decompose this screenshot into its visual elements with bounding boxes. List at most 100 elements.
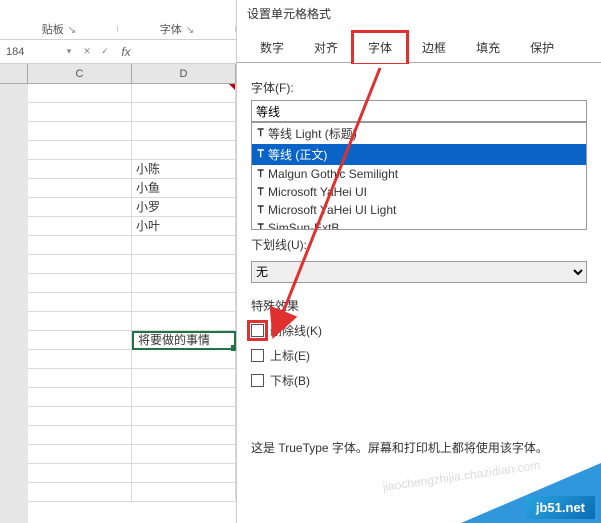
cell[interactable] <box>132 255 236 274</box>
superscript-row[interactable]: 上标(E) <box>251 347 587 364</box>
name-box[interactable]: 184 <box>0 46 60 58</box>
cell[interactable] <box>28 388 132 407</box>
cell[interactable] <box>28 369 132 388</box>
truetype-icon: Ꭲ <box>258 128 264 139</box>
cell[interactable] <box>28 464 132 483</box>
cell[interactable] <box>28 198 132 217</box>
cell[interactable] <box>132 483 236 502</box>
cell[interactable] <box>132 388 236 407</box>
cell[interactable] <box>28 122 132 141</box>
cell[interactable] <box>132 274 236 293</box>
dialog-launcher-icon[interactable]: ↘ <box>68 25 76 36</box>
cell[interactable] <box>28 350 132 369</box>
effects-label: 特殊效果 <box>251 297 587 314</box>
cell[interactable] <box>28 407 132 426</box>
underline-label: 下划线(U): <box>251 236 587 253</box>
cell[interactable] <box>132 84 236 103</box>
font-option[interactable]: ᎢMicrosoft YaHei UI <box>252 183 586 201</box>
subscript-checkbox[interactable] <box>251 374 264 387</box>
tab-protection[interactable]: 保护 <box>515 32 569 62</box>
cell[interactable] <box>132 236 236 255</box>
font-option-label: Microsoft YaHei UI Light <box>268 203 396 217</box>
cell[interactable] <box>28 103 132 122</box>
row-headers[interactable] <box>0 84 28 523</box>
confirm-icon[interactable]: ✓ <box>96 46 114 57</box>
cell[interactable] <box>132 103 236 122</box>
cell[interactable]: 小罗 <box>132 198 236 217</box>
font-listbox[interactable]: Ꭲ等线 Light (标题) Ꭲ 等线 (正文) ᎢMalgun Gothic S… <box>251 122 587 230</box>
cell[interactable] <box>28 312 132 331</box>
truetype-icon: Ꭲ <box>258 205 264 216</box>
cell[interactable] <box>28 445 132 464</box>
cell[interactable] <box>28 293 132 312</box>
cell[interactable] <box>132 122 236 141</box>
cell[interactable] <box>132 350 236 369</box>
dialog-body: 字体(F): Ꭲ等线 Light (标题) Ꭲ 等线 (正文) ᎢMalgun G… <box>237 63 601 466</box>
cell[interactable] <box>28 331 132 350</box>
cell[interactable] <box>132 369 236 388</box>
cell[interactable] <box>28 84 132 103</box>
cell[interactable] <box>28 141 132 160</box>
font-option[interactable]: Ꭲ等线 Light (标题) <box>252 123 586 144</box>
dialog-launcher-icon[interactable]: ↘ <box>186 25 194 36</box>
font-option[interactable]: Ꭲ Microsoft YaHei UI Light <box>252 201 586 219</box>
active-cell-editor[interactable]: 将要做的事情 <box>132 331 236 350</box>
truetype-icon: Ꭲ <box>258 223 264 231</box>
font-option-label: SimSun-ExtB <box>268 221 339 230</box>
superscript-checkbox[interactable] <box>251 349 264 362</box>
strike-row[interactable]: 删除线(K) <box>251 322 587 339</box>
column-d: 小陈 小鱼 小罗 小叶 <box>132 84 236 502</box>
grid-body[interactable]: 小陈 小鱼 小罗 小叶 将要做的事情 <box>0 84 236 523</box>
font-label: 字体(F): <box>251 79 587 96</box>
cell[interactable]: 小鱼 <box>132 179 236 198</box>
col-head-c[interactable]: C <box>28 64 132 83</box>
cell[interactable]: 小叶 <box>132 217 236 236</box>
column-headers: C D <box>0 64 236 84</box>
strikethrough-label: 删除线(K) <box>270 322 322 339</box>
font-group-label: 字体 <box>160 24 182 36</box>
column-c <box>28 84 132 502</box>
cell[interactable] <box>28 217 132 236</box>
cell[interactable] <box>28 160 132 179</box>
cell[interactable] <box>132 312 236 331</box>
cell[interactable] <box>132 464 236 483</box>
tab-number[interactable]: 数字 <box>245 32 299 62</box>
font-option-label: 等线 (正文) <box>268 146 327 163</box>
font-option[interactable]: Ꭲ 等线 (正文) <box>252 144 586 165</box>
name-dropdown-icon[interactable]: ▾ <box>60 46 78 57</box>
strikethrough-checkbox[interactable] <box>251 324 264 337</box>
cell[interactable] <box>28 274 132 293</box>
font-option[interactable]: Ꭲ SimSun-ExtB <box>252 219 586 230</box>
superscript-label: 上标(E) <box>270 347 310 364</box>
tab-border[interactable]: 边框 <box>407 32 461 62</box>
font-option[interactable]: ᎢMalgun Gothic Semilight <box>252 165 586 183</box>
underline-select[interactable]: 无 <box>251 261 587 283</box>
cell[interactable] <box>132 293 236 312</box>
cell[interactable] <box>132 141 236 160</box>
cell[interactable] <box>132 445 236 464</box>
tab-alignment[interactable]: 对齐 <box>299 32 353 62</box>
clipboard-label: 贴板 <box>42 24 64 36</box>
truetype-icon: Ꭲ <box>258 187 264 198</box>
cell[interactable]: 小陈 <box>132 160 236 179</box>
cell[interactable] <box>28 179 132 198</box>
col-head-d[interactable]: D <box>132 64 236 83</box>
select-all-corner[interactable] <box>0 64 28 83</box>
fx-icon[interactable]: fx <box>114 45 138 59</box>
cell[interactable] <box>132 407 236 426</box>
cell[interactable] <box>28 426 132 445</box>
font-name-input[interactable] <box>251 100 587 122</box>
cell[interactable] <box>28 255 132 274</box>
comment-indicator-icon[interactable] <box>229 84 235 90</box>
tab-fill[interactable]: 填充 <box>461 32 515 62</box>
subscript-label: 下标(B) <box>270 372 310 389</box>
cells-area[interactable]: 小陈 小鱼 小罗 小叶 将要做的事情 <box>28 84 236 523</box>
tab-font[interactable]: 字体 <box>353 32 407 62</box>
subscript-row[interactable]: 下标(B) <box>251 372 587 389</box>
ribbon-group-clipboard: 贴板 ↘ <box>0 21 118 37</box>
cancel-icon[interactable]: ✕ <box>78 46 96 57</box>
cell[interactable] <box>28 236 132 255</box>
truetype-icon: Ꭲ <box>258 149 264 160</box>
cell[interactable] <box>28 483 132 502</box>
cell[interactable] <box>132 426 236 445</box>
